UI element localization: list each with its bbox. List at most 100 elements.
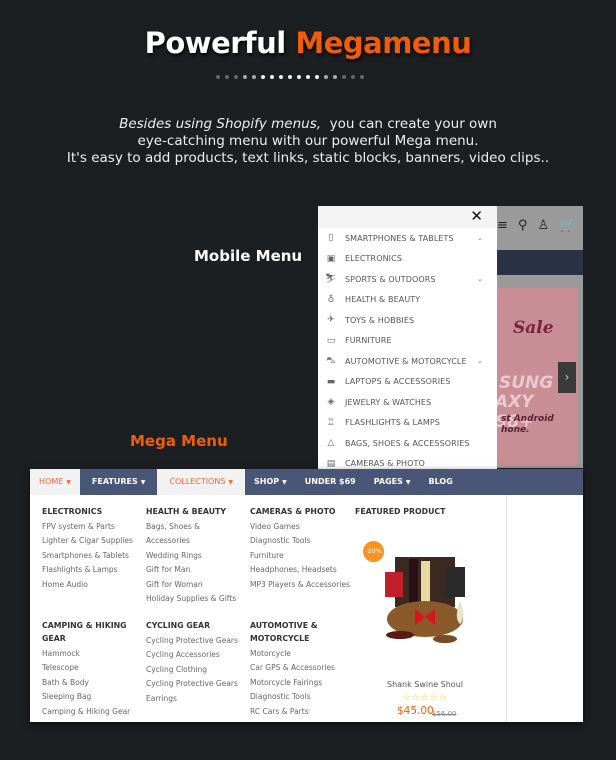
- car-icon: ⛍: [326, 355, 336, 366]
- menu-column: CAMPING & HIKING GEAR Hammock Telescope Bat…: [42, 619, 142, 719]
- menu-item-label: HEALTH & BEAUTY: [345, 295, 421, 305]
- mega-menu: HOME ▼ FEATURES ▼ COLLECTIONS ▼ SHOP ▼ UNDER $69…: [30, 469, 583, 722]
- dot: [234, 75, 238, 79]
- search-icon[interactable]: ⚲: [518, 218, 528, 233]
- nav-tab[interactable]: FEATURES ▼: [80, 469, 157, 495]
- menu-link[interactable]: RC Cars & Parts: [250, 705, 350, 719]
- caret-down-icon: ▼: [140, 479, 146, 486]
- chevron-down-icon[interactable]: ⌄: [477, 275, 483, 283]
- old-price: $56.00: [432, 710, 457, 718]
- menu-link[interactable]: Cycling Protective Gears: [146, 634, 246, 648]
- menu-link[interactable]: Smartphones & Tablets: [42, 549, 142, 563]
- main-nav: HOME ▼ FEATURES ▼ COLLECTIONS ▼ SHOP ▼ UNDER $69…: [30, 469, 583, 495]
- mobile-menu-item[interactable]: ▬ LAPTOPS & ACCESSORIES: [318, 372, 497, 393]
- menu-link[interactable]: Cycling Protective Gears: [146, 677, 246, 691]
- close-icon[interactable]: ✕: [470, 207, 483, 225]
- menu-link[interactable]: Holiday Supplies & Gifts: [146, 592, 246, 606]
- menu-link[interactable]: Furniture: [250, 549, 350, 563]
- column-heading[interactable]: HEALTH & BEAUTY: [146, 505, 246, 518]
- dot: [306, 75, 310, 79]
- intro-text: Besides using Shopify menus, you can cre…: [66, 116, 550, 166]
- menu-link[interactable]: Motorcycle Fairings: [250, 676, 350, 690]
- dot: [315, 75, 319, 79]
- menu-link[interactable]: Diagnostic Tools: [250, 534, 350, 548]
- nav-tab[interactable]: COLLECTIONS ▼: [157, 469, 246, 495]
- menu-item-label: ELECTRONICS: [345, 254, 403, 264]
- dot: [351, 75, 355, 79]
- nav-tab[interactable]: SHOP ▼: [245, 469, 296, 495]
- menu-column: AUTOMOTIVE & MOTORCYCLE Motorcycle Car GPS…: [250, 619, 350, 719]
- ipod-icon: ▣: [326, 253, 336, 264]
- mobile-menu-item[interactable]: ◈ JEWELRY & WATCHES: [318, 392, 497, 413]
- cart-icon[interactable]: 🛒: [559, 218, 575, 233]
- mobile-menu-item[interactable]: ⛍ AUTOMOTIVE & MOTORCYCLE ⌄: [318, 351, 497, 372]
- product-image[interactable]: [375, 547, 475, 657]
- product-name[interactable]: Shank Swine Shoul: [360, 680, 490, 689]
- menu-link[interactable]: Camping & Hiking Gear: [42, 705, 142, 719]
- chevron-down-icon[interactable]: ⌄: [477, 234, 483, 242]
- ski-icon: ⛷: [325, 274, 337, 285]
- slider-next-button[interactable]: ›: [558, 362, 576, 393]
- menu-link[interactable]: Motorcycle: [250, 647, 350, 661]
- column-heading[interactable]: ELECTRONICS: [42, 505, 142, 518]
- menu-column: ELECTRONICS FPV system & Parts Lighter & C…: [42, 505, 142, 592]
- bag-icon: △: [327, 438, 335, 449]
- mobile-screen-background: ≡ ⚲ ♙ 🛒 Sale SUNG AXY S8+ st Android hone. ›: [497, 206, 583, 468]
- dot: [333, 75, 337, 79]
- smartphone-icon: ▯: [328, 233, 334, 244]
- dot: [342, 75, 346, 79]
- nav-tab[interactable]: PAGES ▼: [365, 469, 420, 495]
- menu-link[interactable]: Cycling Accessories: [146, 648, 246, 662]
- menu-link[interactable]: Car GPS & Accessories: [250, 661, 350, 675]
- mobile-menu-label: Mobile Menu: [194, 247, 303, 265]
- camera-icon: ▤: [326, 458, 336, 469]
- mobile-menu-item[interactable]: ♖ FLASHLIGHTS & LAMPS: [318, 413, 497, 434]
- mobile-menu-item[interactable]: ▯ SMARTPHONES & TABLETS ⌄: [318, 228, 497, 249]
- column-heading[interactable]: CYCLING GEAR: [146, 619, 246, 632]
- bottle-icon: ♁: [327, 294, 335, 305]
- menu-link[interactable]: Bath & Body: [42, 676, 142, 690]
- menu-link[interactable]: Headphones, Headsets: [250, 563, 350, 577]
- menu-link[interactable]: FPV system & Parts: [42, 520, 142, 534]
- mobile-menu-item[interactable]: ⛷ SPORTS & OUTDOORS ⌄: [318, 269, 497, 290]
- column-heading[interactable]: AUTOMOTIVE & MOTORCYCLE: [250, 619, 350, 645]
- nav-tab[interactable]: HOME ▼: [30, 469, 80, 495]
- menu-link[interactable]: Wedding Rings: [146, 549, 246, 563]
- nav-tab[interactable]: BLOG: [420, 469, 462, 495]
- dot: [225, 75, 229, 79]
- menu-link[interactable]: MP3 Players & Accessories: [250, 578, 350, 592]
- menu-item-label: FURNITURE: [345, 336, 392, 346]
- menu-link[interactable]: Cycling Clothing: [146, 663, 246, 677]
- menu-item-label: SPORTS & OUTDOORS: [345, 274, 436, 284]
- menu-link[interactable]: Flashlights & Lamps: [42, 563, 142, 577]
- menu-link[interactable]: Hammock: [42, 647, 142, 661]
- menu-link[interactable]: Earrings: [146, 692, 246, 706]
- menu-link[interactable]: Diagnostic Tools: [250, 690, 350, 704]
- menu-link[interactable]: Gift for Man: [146, 563, 246, 577]
- menu-column: CAMERAS & PHOTO Video Games Diagnostic Too…: [250, 505, 350, 592]
- column-heading[interactable]: CAMERAS & PHOTO: [250, 505, 350, 518]
- menu-link[interactable]: Video Games: [250, 520, 350, 534]
- menu-item-label: LAPTOPS & ACCESSORIES: [345, 377, 451, 387]
- menu-link[interactable]: Bags, Shoes & Accessories: [146, 520, 246, 549]
- column-heading[interactable]: CAMPING & HIKING GEAR: [42, 619, 142, 645]
- menu-link[interactable]: Telescope: [42, 661, 142, 675]
- mobile-menu-item[interactable]: △ BAGS, SHOES & ACCESSORIES: [318, 433, 497, 454]
- nav-tab[interactable]: UNDER $69: [296, 469, 365, 495]
- mobile-menu-item[interactable]: ▣ ELECTRONICS: [318, 249, 497, 270]
- menu-link[interactable]: Sleeping Bag: [42, 690, 142, 704]
- chevron-down-icon[interactable]: ⌄: [477, 357, 483, 365]
- mobile-menu-item[interactable]: ▭ FURNITURE: [318, 331, 497, 352]
- dot: [216, 75, 220, 79]
- menu-link[interactable]: Gift for Woman: [146, 578, 246, 592]
- mobile-menu-item[interactable]: ♁ HEALTH & BEAUTY: [318, 290, 497, 311]
- menu-item-label: JEWELRY & WATCHES: [345, 397, 432, 407]
- mobile-menu-item[interactable]: ▤ CAMERAS & PHOTO: [318, 454, 497, 471]
- user-icon[interactable]: ♙: [537, 218, 549, 233]
- mobile-menu-item[interactable]: ✈ TOYS & HOBBIES: [318, 310, 497, 331]
- menu-link[interactable]: Lighter & Cigar Supplies: [42, 534, 142, 548]
- dot: [270, 75, 274, 79]
- caret-down-icon: ▼: [282, 479, 287, 486]
- menu-link[interactable]: Home Audio: [42, 578, 142, 592]
- menu-icon[interactable]: ≡: [497, 218, 508, 233]
